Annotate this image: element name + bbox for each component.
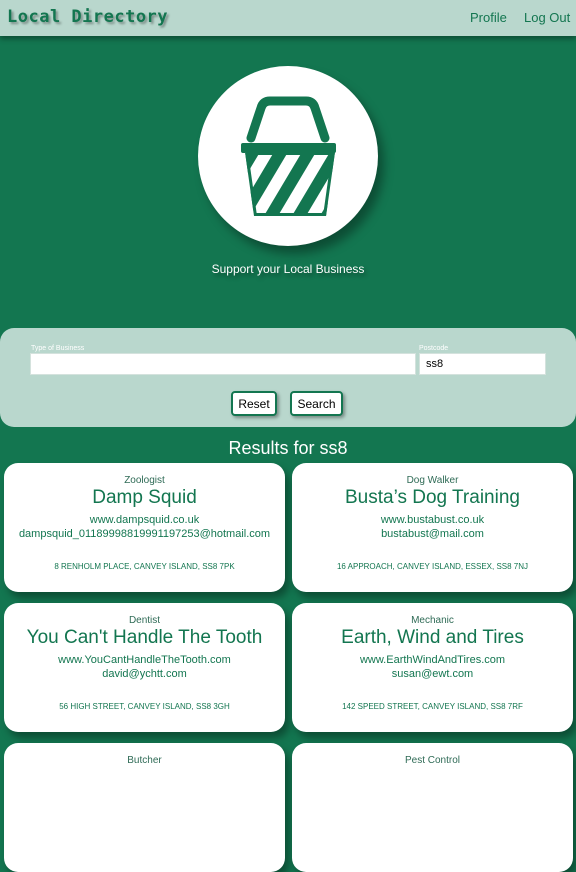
business-website-link[interactable]: www.dampsquid.co.uk [4, 514, 285, 526]
business-category: Butcher [127, 755, 162, 766]
logout-link[interactable]: Log Out [524, 10, 570, 25]
search-panel: Type of Business Postcode Reset Search [0, 328, 576, 427]
business-website-link[interactable]: www.bustabust.co.uk [292, 514, 573, 526]
top-navbar: Local Directory Profile Log Out [0, 0, 576, 36]
business-email-link[interactable]: susan@ewt.com [292, 668, 573, 680]
business-website-link[interactable]: www.YouCantHandleTheTooth.com [4, 654, 285, 666]
search-button[interactable]: Search [290, 391, 343, 416]
hero-logo-circle [198, 66, 378, 246]
postcode-input[interactable] [419, 353, 546, 375]
business-card[interactable]: Pest Control [292, 743, 573, 872]
business-email-link[interactable]: bustabust@mail.com [292, 528, 573, 540]
business-name: Earth, Wind and Tires [341, 627, 524, 648]
reset-button[interactable]: Reset [231, 391, 277, 416]
business-card[interactable]: Mechanic Earth, Wind and Tires www.Earth… [292, 603, 573, 732]
business-address: 56 HIGH STREET, CANVEY ISLAND, SS8 3GH [59, 702, 230, 711]
business-card[interactable]: Butcher [4, 743, 285, 872]
business-name: Busta’s Dog Training [345, 487, 520, 508]
business-category: Mechanic [411, 615, 454, 626]
business-email-link[interactable]: dampsquid_01189998819991197253@hotmail.c… [4, 528, 285, 540]
business-name: Damp Squid [92, 487, 197, 508]
business-website-link[interactable]: www.EarthWindAndTires.com [292, 654, 573, 666]
profile-link[interactable]: Profile [470, 10, 507, 25]
business-card[interactable]: Dog Walker Busta’s Dog Training www.bust… [292, 463, 573, 592]
results-heading: Results for ss8 [228, 438, 348, 458]
business-category: Dentist [128, 615, 161, 626]
business-type-label: Type of Business [31, 345, 85, 352]
business-type-input[interactable] [30, 353, 416, 375]
business-name: You Can't Handle The Tooth [26, 627, 263, 648]
business-address: 8 RENHOLM PLACE, CANVEY ISLAND, SS8 7PK [54, 562, 235, 571]
business-category: Zoologist [124, 475, 165, 486]
business-email-link[interactable]: david@ychtt.com [4, 668, 285, 680]
business-address: 142 SPEED STREET, CANVEY ISLAND, SS8 7RF [342, 702, 523, 711]
postcode-label: Postcode [419, 345, 449, 352]
business-card[interactable]: Zoologist Damp Squid www.dampsquid.co.uk… [4, 463, 285, 592]
business-category: Pest Control [404, 755, 461, 766]
business-category: Dog Walker [406, 475, 459, 486]
shopping-basket-icon [241, 96, 336, 216]
business-card[interactable]: Dentist You Can't Handle The Tooth www.Y… [4, 603, 285, 732]
business-address: 16 APPROACH, CANVEY ISLAND, ESSEX, SS8 7… [336, 562, 529, 571]
hero-tagline: Support your Local Business [211, 262, 365, 276]
app-title[interactable]: Local Directory [7, 7, 168, 27]
